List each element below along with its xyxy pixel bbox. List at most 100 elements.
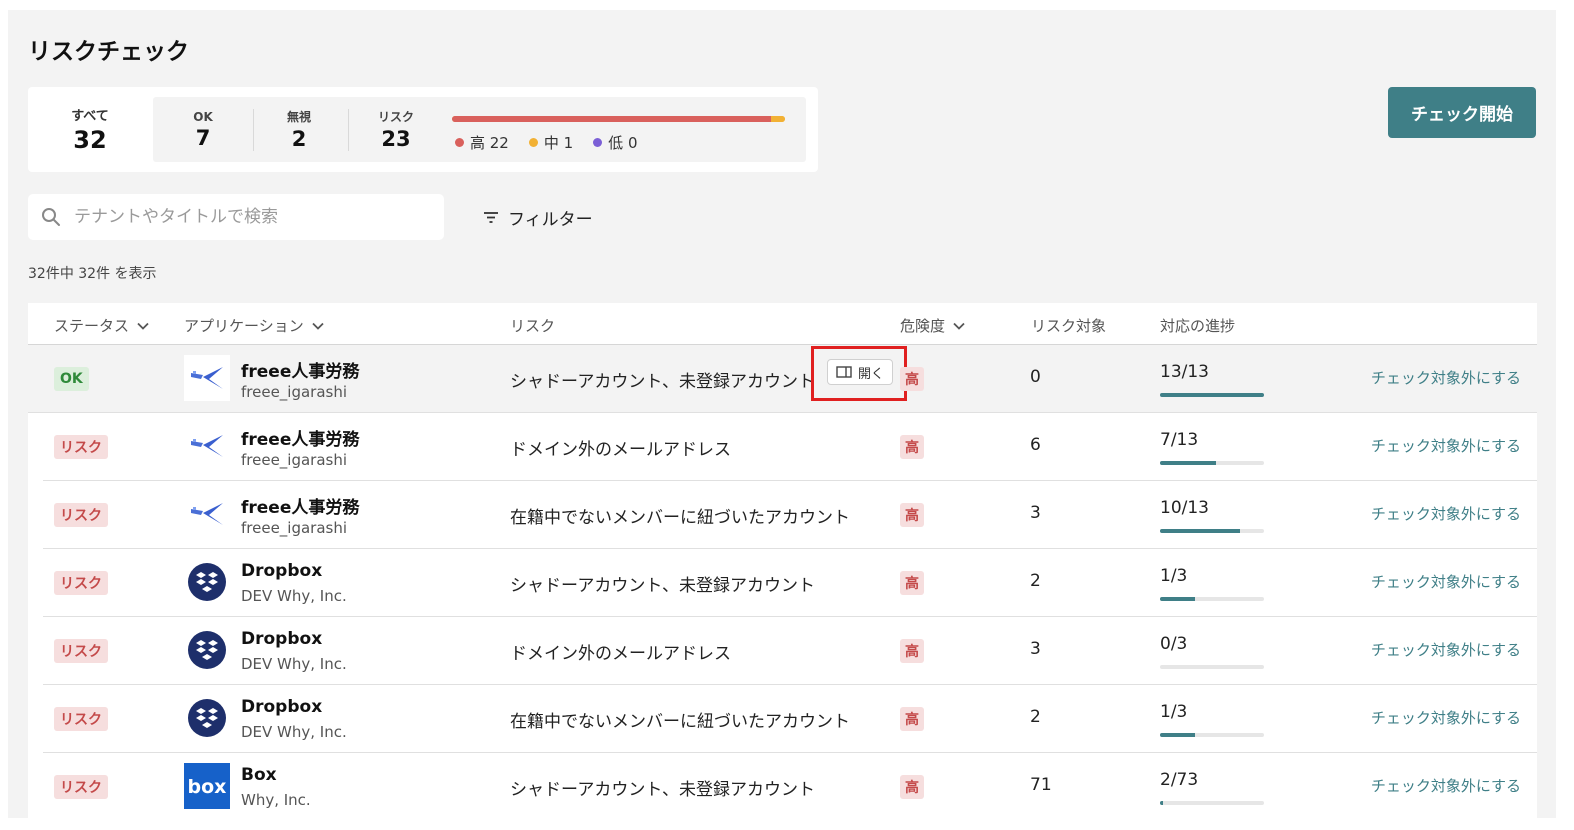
header-severity[interactable]: 危険度 [900, 315, 965, 336]
exclude-from-check-link[interactable]: チェック対象外にする [1371, 367, 1521, 388]
legend-low-label: 低 0 [608, 134, 638, 152]
progress-bar [1160, 665, 1264, 669]
progress-text: 2/73 [1160, 770, 1199, 790]
app-tenant: Why, Inc. [241, 791, 311, 809]
progress-bar [1160, 801, 1264, 805]
risk-target-count: 0 [1030, 367, 1041, 387]
table-row[interactable]: OK freee人事労務 freee_igarashi シャドーアカウント、未登… [28, 345, 1537, 413]
filter-button[interactable]: フィルター [482, 203, 593, 231]
dropbox-logo-icon [184, 559, 230, 605]
table-row[interactable]: リスク Dropbox DEV Why, Inc. 在籍中でないメンバーに紐づい… [43, 685, 1537, 753]
risk-legend: 高 22 中 1 低 0 [455, 132, 637, 153]
risk-severity-bar [452, 116, 785, 122]
summary-risk-label: リスク [377, 110, 414, 124]
severity-badge: 高 [900, 707, 924, 731]
open-button[interactable]: 開く [827, 359, 893, 385]
app-name[interactable]: Box [241, 765, 277, 785]
progress-text: 13/13 [1160, 362, 1209, 382]
risk-title[interactable]: 在籍中でないメンバーに紐づいたアカウント [510, 503, 850, 528]
progress-bar [1160, 461, 1264, 465]
header-progress: 対応の進捗 [1160, 315, 1235, 336]
app-name[interactable]: freee人事労務 [241, 357, 359, 382]
progress-bar [1160, 597, 1264, 601]
app-name[interactable]: Dropbox [241, 629, 322, 649]
severity-badge: 高 [900, 775, 924, 799]
header-application[interactable]: アプリケーション [184, 315, 324, 336]
risk-target-count: 2 [1030, 571, 1041, 591]
search-box[interactable] [28, 194, 444, 240]
summary-risk-count: 23 [381, 127, 411, 151]
summary-ok-count: 7 [195, 125, 211, 150]
risk-target-count: 3 [1030, 639, 1041, 659]
exclude-from-check-link[interactable]: チェック対象外にする [1371, 571, 1521, 592]
status-badge: OK [54, 367, 89, 391]
risk-title[interactable]: シャドーアカウント、未登録アカウント [510, 571, 815, 596]
app-name[interactable]: freee人事労務 [241, 425, 359, 450]
exclude-from-check-link[interactable]: チェック対象外にする [1371, 503, 1521, 524]
table-row[interactable]: リスク Dropbox DEV Why, Inc. シャドーアカウント、未登録ア… [43, 549, 1537, 617]
status-badge: リスク [54, 775, 108, 799]
table-row[interactable]: リスク freee人事労務 freee_igarashi ドメイン外のメールアド… [43, 413, 1537, 481]
status-badge: リスク [54, 707, 108, 731]
summary-all-label: すべて [71, 109, 109, 124]
status-badge: リスク [54, 571, 108, 595]
exclude-from-check-link[interactable]: チェック対象外にする [1371, 707, 1521, 728]
app-tenant: freee_igarashi [241, 383, 348, 401]
risk-title[interactable]: シャドーアカウント、未登録アカウント [510, 775, 815, 800]
summary-all[interactable]: すべて 32 [28, 87, 152, 172]
high-dot-icon [455, 138, 464, 147]
chevron-down-icon [312, 322, 324, 330]
risk-title[interactable]: ドメイン外のメールアドレス [510, 435, 731, 460]
table-header: ステータス アプリケーション リスク 危険度 リスク対象 対応の進捗 [28, 303, 1537, 345]
app-name[interactable]: Dropbox [241, 561, 322, 581]
progress-text: 1/3 [1160, 566, 1188, 586]
start-check-button[interactable]: チェック開始 [1388, 87, 1536, 138]
summary-ignored-label: 無視 [286, 110, 311, 124]
freee-logo-icon [184, 355, 230, 401]
progress-fill [1160, 529, 1240, 533]
exclude-from-check-link[interactable]: チェック対象外にする [1371, 435, 1521, 456]
dropbox-logo-icon [184, 695, 230, 741]
progress-bar [1160, 529, 1264, 533]
search-input[interactable] [74, 207, 414, 227]
app-tenant: DEV Why, Inc. [241, 587, 347, 605]
legend-mid: 中 1 [528, 132, 573, 153]
app-tenant: DEV Why, Inc. [241, 723, 347, 741]
risk-title[interactable]: シャドーアカウント、未登録アカウント [510, 367, 812, 392]
exclude-from-check-link[interactable]: チェック対象外にする [1371, 775, 1521, 796]
summary-ignored-count: 2 [291, 127, 307, 151]
risk-target-count: 3 [1030, 503, 1041, 523]
side-panel-icon [836, 366, 852, 378]
risk-target-count: 6 [1030, 435, 1041, 455]
header-targets-label: リスク対象 [1031, 317, 1107, 335]
table-row[interactable]: リスク freee人事労務 freee_igarashi 在籍中でないメンバーに… [43, 481, 1537, 549]
summary-breakdown: OK 7 無視 2 リスク 23 高 22 中 1 低 0 [153, 97, 806, 162]
summary-ok[interactable]: OK 7 [155, 97, 251, 162]
risk-target-count: 2 [1030, 707, 1041, 727]
risk-bar-mid [770, 116, 785, 122]
app-name[interactable]: freee人事労務 [241, 493, 359, 518]
risk-title[interactable]: 在籍中でないメンバーに紐づいたアカウント [510, 707, 850, 732]
summary-risk[interactable]: リスク 23 [348, 97, 444, 162]
app-tenant: DEV Why, Inc. [241, 655, 347, 673]
table-row[interactable]: リスク box Box Why, Inc. シャドーアカウント、未登録アカウント… [43, 753, 1537, 818]
summary-all-count: 32 [73, 126, 107, 154]
legend-high-label: 高 22 [470, 134, 509, 152]
app-name[interactable]: Dropbox [241, 697, 322, 717]
exclude-from-check-link[interactable]: チェック対象外にする [1371, 639, 1521, 660]
risk-table: ステータス アプリケーション リスク 危険度 リスク対象 対応の進捗 OK fr… [28, 303, 1537, 818]
mid-dot-icon [528, 138, 538, 147]
summary-ignored[interactable]: 無視 2 [251, 97, 347, 162]
header-severity-label: 危険度 [900, 317, 946, 335]
summary-ok-label: OK [193, 109, 213, 124]
open-button-label: 開く [857, 366, 884, 382]
table-row[interactable]: リスク Dropbox DEV Why, Inc. ドメイン外のメールアドレス … [43, 617, 1537, 685]
severity-badge: 高 [900, 639, 924, 663]
legend-low: 低 0 [593, 132, 637, 153]
header-application-label: アプリケーション [184, 317, 304, 335]
legend-high: 高 22 [455, 132, 509, 153]
header-status[interactable]: ステータス [54, 315, 149, 336]
risk-title[interactable]: ドメイン外のメールアドレス [510, 639, 731, 664]
progress-fill [1160, 733, 1195, 737]
severity-badge: 高 [900, 503, 924, 527]
